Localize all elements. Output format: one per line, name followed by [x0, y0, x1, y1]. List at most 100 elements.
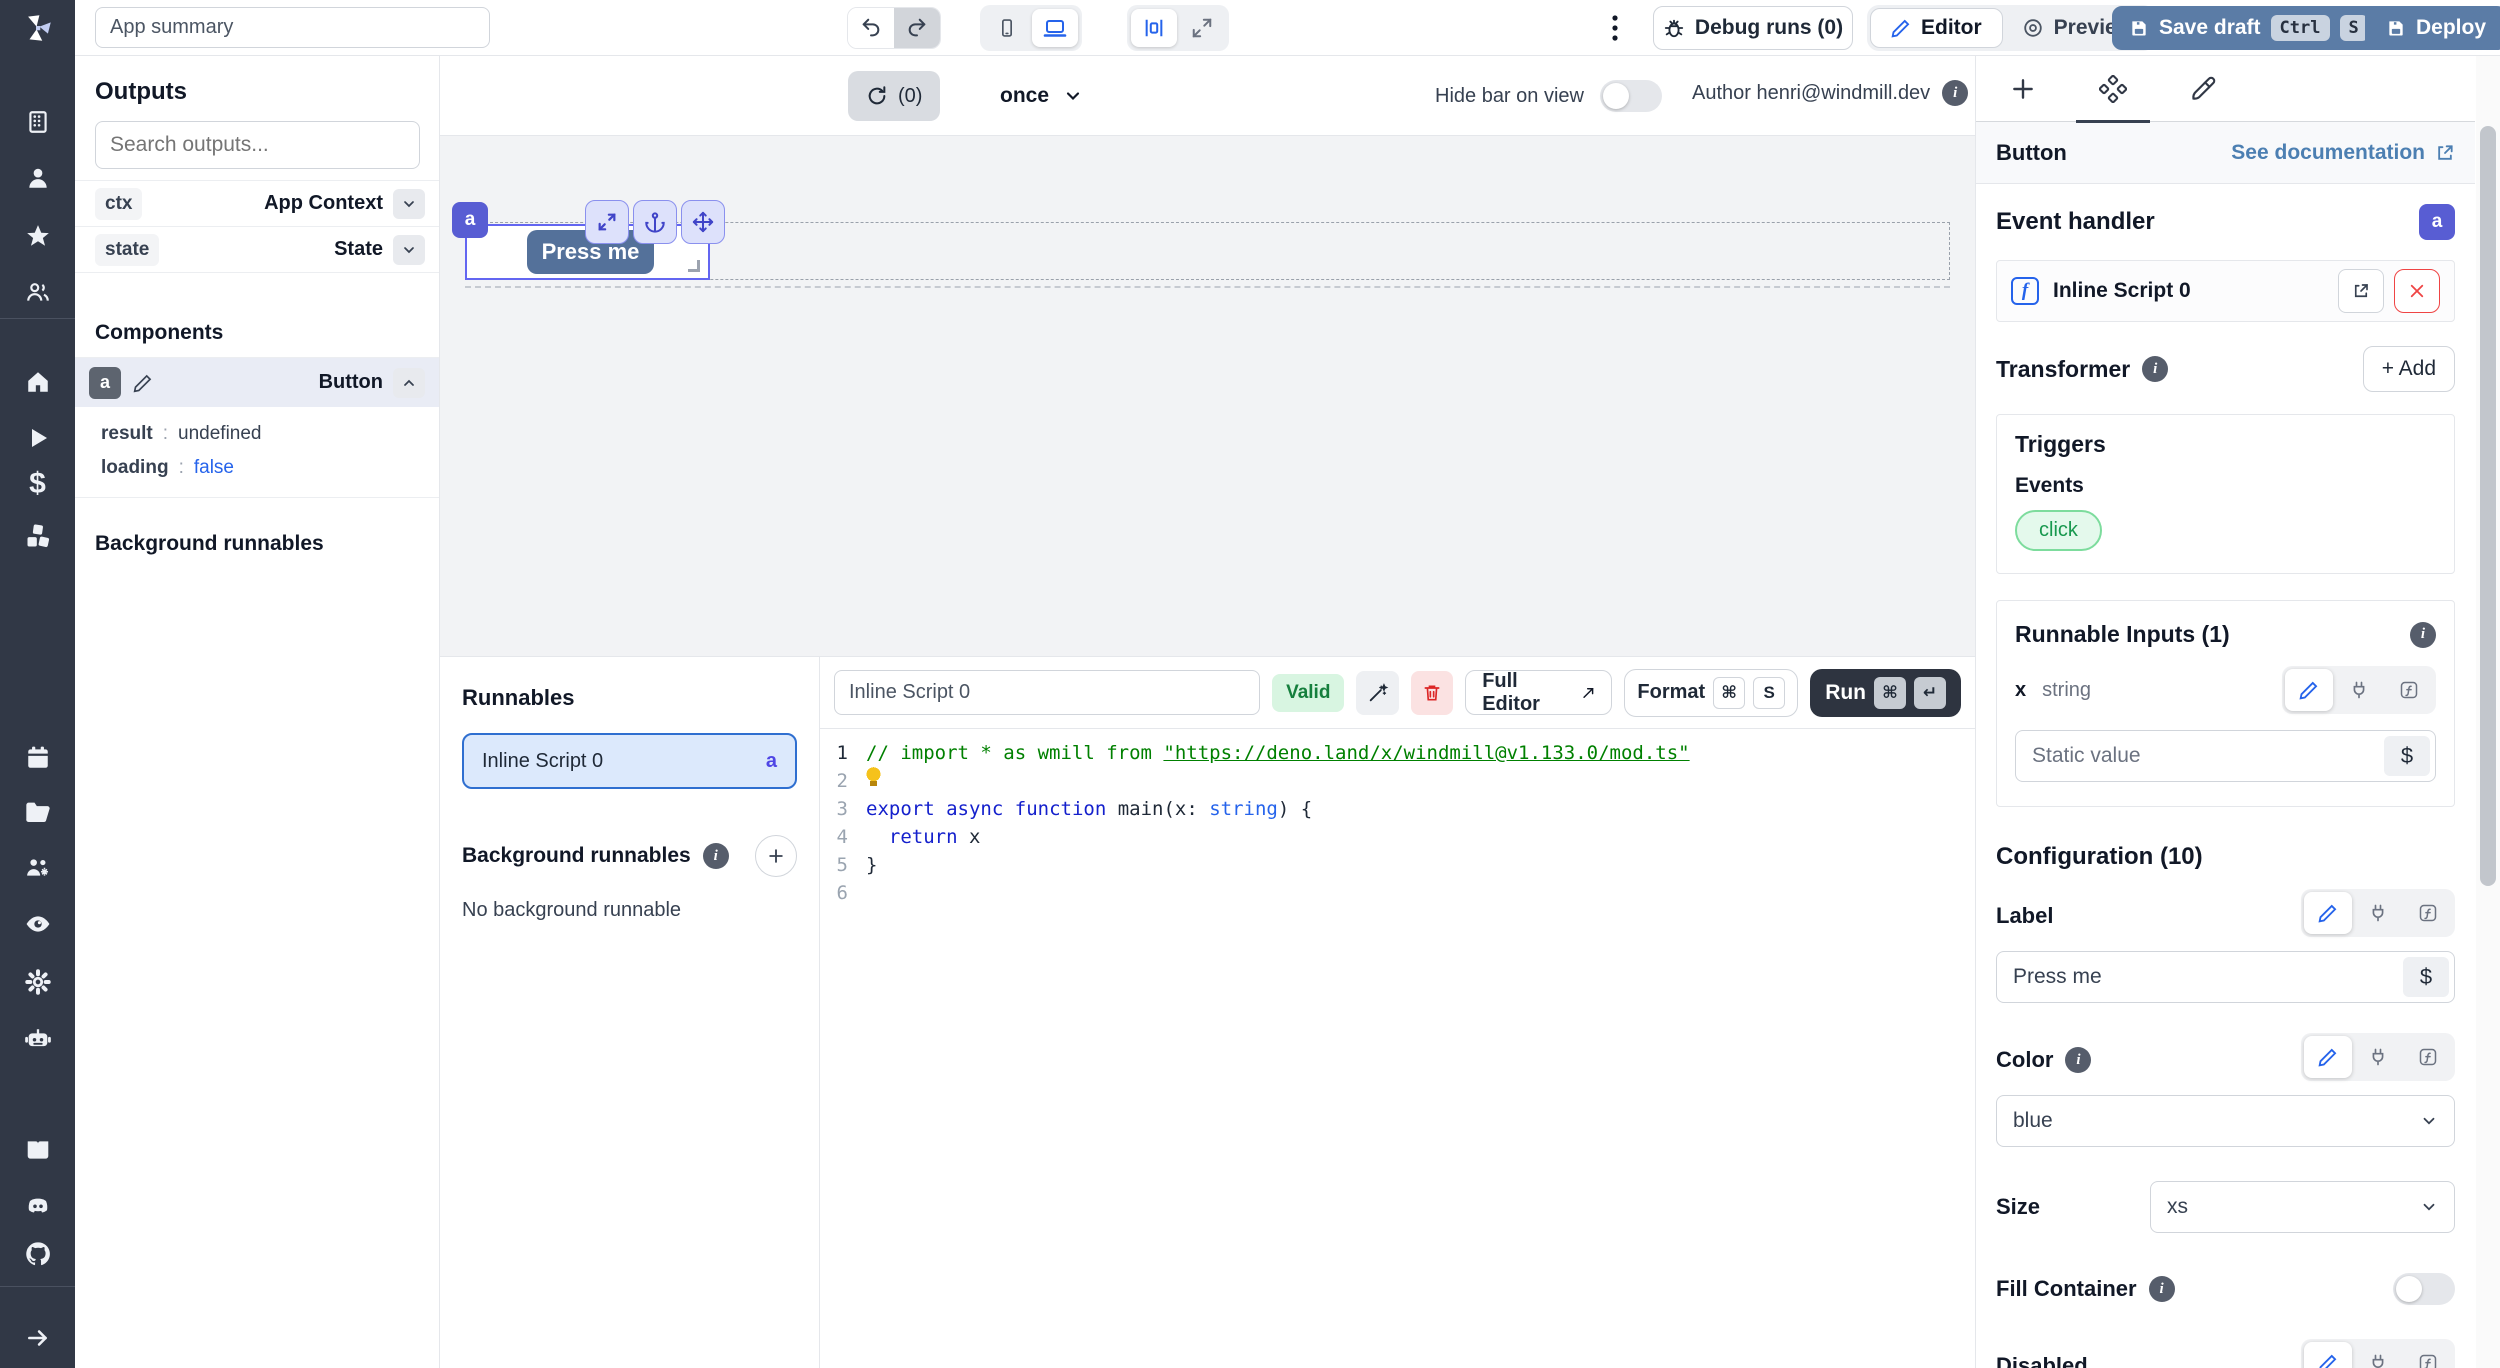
eval-mode-fn-icon[interactable] [2404, 892, 2452, 934]
component-collapse-button[interactable] [393, 368, 425, 398]
editor-tab[interactable]: Editor [1870, 8, 2003, 48]
component-row-a[interactable]: a Button [75, 357, 439, 407]
connect-mode-plug-icon[interactable] [2354, 1342, 2402, 1368]
code-line[interactable]: 5} [824, 851, 1975, 879]
eval-mode-fn-icon[interactable] [2385, 669, 2433, 711]
move-component-handle[interactable] [681, 200, 725, 244]
fill-container-toggle[interactable] [2393, 1273, 2455, 1305]
info-icon[interactable]: i [2149, 1276, 2175, 1302]
groups-gear-icon[interactable] [0, 846, 75, 890]
open-script-button[interactable] [2338, 269, 2384, 313]
static-value-field[interactable]: Static value $ [2015, 730, 2436, 782]
anchor-component-handle[interactable] [633, 200, 677, 244]
ctx-expand-button[interactable] [393, 189, 425, 219]
script-name-input[interactable] [834, 670, 1260, 715]
output-row-state[interactable]: state State [75, 226, 439, 272]
home-icon[interactable] [0, 360, 75, 404]
panel-scrollbar[interactable] [2476, 56, 2500, 1368]
scrollbar-thumb[interactable] [2480, 126, 2496, 886]
undo-button[interactable] [848, 7, 894, 49]
connect-mode-plug-icon[interactable] [2354, 892, 2402, 934]
variables-dollar-icon[interactable]: $ [0, 462, 75, 506]
see-documentation-link[interactable]: See documentation [2231, 141, 2455, 165]
runs-play-icon[interactable] [0, 416, 75, 460]
info-icon[interactable]: i [1942, 80, 1968, 106]
hide-bar-toggle[interactable] [1600, 80, 1662, 112]
deploy-button[interactable]: Deploy [2365, 6, 2500, 50]
runnable-item-inline-script-0[interactable]: Inline Script 0 a [462, 733, 797, 789]
static-mode-pencil-icon[interactable] [2285, 669, 2333, 711]
code-lines[interactable]: 1// import * as wmill from "https://deno… [820, 729, 1975, 907]
static-mode-pencil-icon[interactable] [2304, 1036, 2352, 1078]
audit-eye-icon[interactable] [0, 902, 75, 946]
full-editor-button[interactable]: Full Editor [1465, 670, 1612, 715]
inline-script-row[interactable]: f Inline Script 0 [1996, 260, 2455, 322]
info-icon[interactable]: i [2410, 622, 2436, 648]
settings-gear-icon[interactable] [0, 960, 75, 1004]
code-line[interactable]: 4 return x [824, 823, 1975, 851]
label-field[interactable]: Press me $ [1996, 951, 2455, 1003]
loading-row[interactable]: loading:false [75, 445, 439, 497]
add-transformer-button[interactable]: + Add [2363, 346, 2455, 392]
code-line[interactable]: 6 [824, 879, 1975, 907]
ai-wand-button[interactable] [1356, 671, 1398, 715]
refresh-runnables-button[interactable]: (0) [848, 71, 940, 121]
code-line[interactable]: 1// import * as wmill from "https://deno… [824, 739, 1975, 767]
template-dollar-button[interactable]: $ [2384, 736, 2430, 776]
remove-script-button[interactable] [2394, 269, 2440, 313]
static-mode-pencil-icon[interactable] [2304, 892, 2352, 934]
connect-mode-plug-icon[interactable] [2354, 1036, 2402, 1078]
tab-insert[interactable] [1978, 57, 2068, 121]
save-draft-button[interactable]: Save draft Ctrl S [2112, 6, 2385, 50]
desktop-view-button[interactable] [1032, 9, 1078, 47]
github-icon[interactable] [0, 1232, 75, 1276]
redo-button[interactable] [894, 7, 940, 49]
add-background-runnable-button[interactable] [755, 835, 797, 877]
format-button[interactable]: Format ⌘ S [1624, 669, 1798, 717]
connect-mode-plug-icon[interactable] [2335, 669, 2383, 711]
info-icon[interactable]: i [703, 843, 729, 869]
template-dollar-button[interactable]: $ [2403, 957, 2449, 997]
eval-mode-fn-icon[interactable] [2404, 1036, 2452, 1078]
fullscreen-button[interactable] [1179, 9, 1225, 47]
code-line[interactable]: 3export async function main(x: string) { [824, 795, 1975, 823]
mobile-view-button[interactable] [984, 9, 1030, 47]
expand-component-handle[interactable] [585, 200, 629, 244]
rename-pencil-icon[interactable] [133, 373, 153, 393]
resources-cubes-icon[interactable] [0, 514, 75, 558]
info-icon[interactable]: i [2065, 1047, 2091, 1073]
eval-mode-fn-icon[interactable] [2404, 1342, 2452, 1368]
bug-icon [1663, 17, 1685, 39]
windmill-logo[interactable] [0, 6, 75, 50]
color-select[interactable]: blue [1996, 1095, 2455, 1147]
app-summary-input[interactable] [95, 7, 490, 48]
run-policy-dropdown[interactable]: once [1000, 71, 1083, 121]
debug-runs-button[interactable]: Debug runs (0) [1653, 6, 1853, 50]
tab-settings[interactable] [2068, 57, 2158, 121]
static-mode-pencil-icon[interactable] [2304, 1342, 2352, 1368]
state-expand-button[interactable] [393, 235, 425, 265]
schedules-calendar-icon[interactable] [0, 736, 75, 780]
folders-icon[interactable] [0, 790, 75, 834]
app-canvas[interactable]: Press me a [440, 136, 1975, 656]
size-select[interactable]: xs [2150, 1181, 2455, 1233]
members-icon[interactable] [0, 270, 75, 314]
resize-handle[interactable] [688, 260, 700, 272]
workers-robot-icon[interactable] [0, 1016, 75, 1060]
run-button[interactable]: Run ⌘ ↵ [1810, 669, 1961, 717]
info-icon[interactable]: i [2142, 356, 2168, 382]
favorites-star-icon[interactable] [0, 214, 75, 258]
discord-icon[interactable] [0, 1184, 75, 1228]
tab-styling[interactable] [2158, 57, 2248, 121]
search-outputs-input[interactable] [95, 121, 420, 169]
collapse-arrow-icon[interactable] [0, 1316, 75, 1360]
center-align-button[interactable] [1131, 9, 1177, 47]
more-options-menu[interactable] [1597, 10, 1633, 46]
output-row-ctx[interactable]: ctx App Context [75, 180, 439, 226]
user-icon[interactable] [0, 156, 75, 200]
code-line[interactable]: 2 [824, 767, 1975, 795]
result-row[interactable]: result:undefined [75, 407, 439, 445]
delete-script-button[interactable] [1411, 671, 1453, 715]
workspace-icon[interactable] [0, 100, 75, 144]
docs-book-icon[interactable] [0, 1128, 75, 1172]
